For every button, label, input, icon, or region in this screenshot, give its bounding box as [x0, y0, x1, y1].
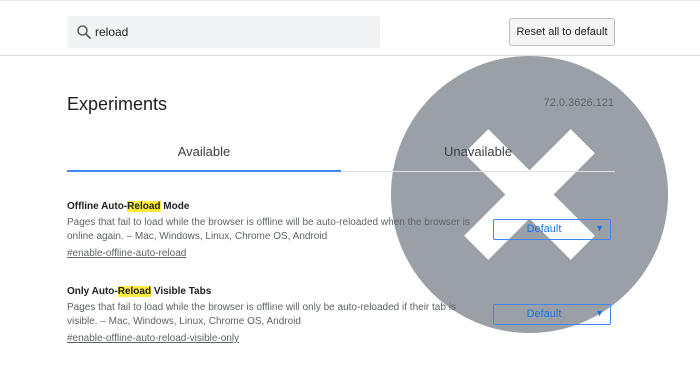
header-bar: reload Reset all to default: [0, 10, 700, 334]
experiment-description: Pages that fail to load while the browse…: [67, 302, 456, 327]
tab-unavailable[interactable]: Unavailable: [341, 144, 615, 159]
experiment-title: Only Auto-Reload Visible Tabs: [67, 285, 615, 298]
experiment-title-suffix: Mode: [160, 201, 190, 212]
search-box[interactable]: reload: [67, 16, 380, 48]
tab-bar: Available Unavailable: [67, 137, 615, 172]
search-input[interactable]: reload: [95, 24, 128, 40]
active-tab-indicator: [67, 170, 341, 172]
experiment-link[interactable]: #enable-offline-auto-reload: [67, 247, 615, 261]
experiment-link[interactable]: #enable-offline-auto-reload-visible-only: [67, 332, 615, 346]
page-title: Experiments: [67, 94, 168, 114]
experiment-item: Offline Auto-Reload Mode Pages that fail…: [67, 200, 615, 261]
experiment-select[interactable]: Default ▼: [493, 219, 611, 240]
tab-available[interactable]: Available: [67, 144, 341, 159]
experiment-title-prefix: Only Auto-: [67, 286, 118, 297]
search-icon: [77, 25, 91, 39]
experiment-item: Only Auto-Reload Visible Tabs Pages that…: [67, 285, 615, 346]
reset-all-button[interactable]: Reset all to default: [509, 18, 615, 46]
search-highlight: Reload: [127, 201, 161, 212]
experiment-description: Pages that fail to load while the browse…: [67, 217, 470, 242]
top-edge: [0, 0, 700, 10]
select-value: Default: [526, 308, 562, 320]
dropdown-arrow-icon: ▼: [595, 223, 604, 233]
dropdown-arrow-icon: ▼: [595, 308, 604, 318]
experiment-title-suffix: Visible Tabs: [151, 286, 212, 297]
version-label: 72.0.3626.121: [543, 97, 614, 109]
experiment-title: Offline Auto-Reload Mode: [67, 200, 615, 213]
experiment-title-prefix: Offline Auto-: [67, 201, 128, 212]
select-value: Default: [526, 223, 562, 235]
experiment-select[interactable]: Default ▼: [493, 304, 611, 325]
search-highlight: Reload: [117, 286, 152, 297]
